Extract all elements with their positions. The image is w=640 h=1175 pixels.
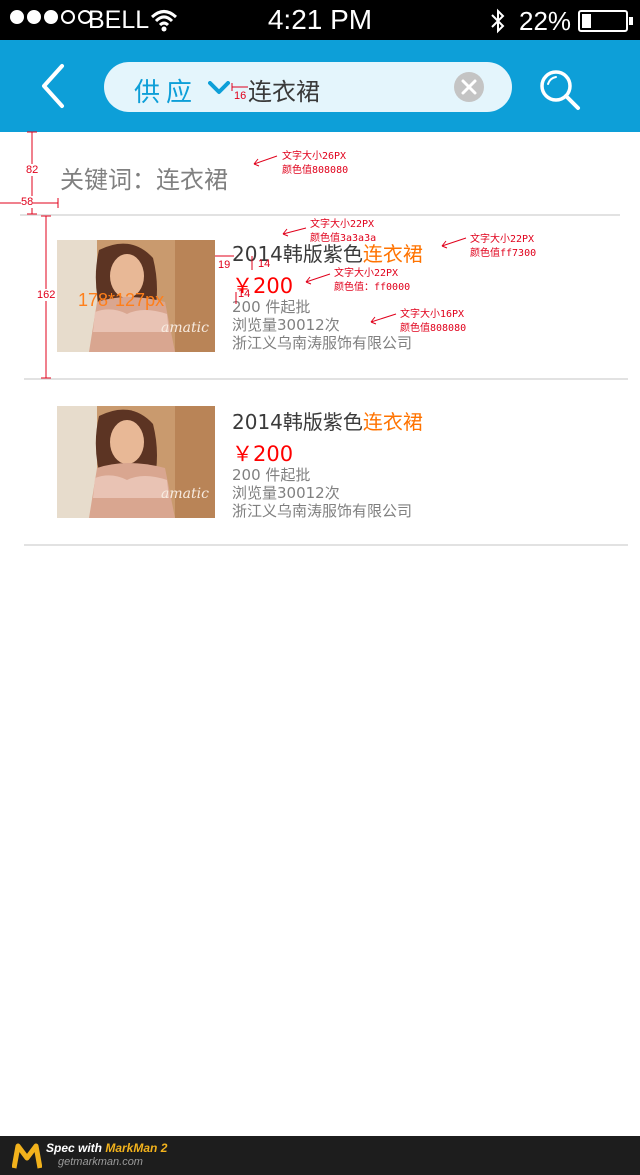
spec-dimension: 14 xyxy=(258,258,271,270)
product-views: 浏览量30012次 xyxy=(232,316,340,334)
spec-dimension: 16 xyxy=(234,90,247,102)
product-min-order: 200 件起批 xyxy=(232,466,311,484)
battery-percent: 22% xyxy=(519,6,572,36)
search-icon[interactable] xyxy=(538,68,582,112)
product-supplier: 浙江义乌南涛服饰有限公司 xyxy=(232,334,413,352)
divider xyxy=(24,544,628,546)
chevron-down-icon[interactable] xyxy=(208,81,230,95)
spec-note-keyword: 文字大小26PX 颜色值808080 xyxy=(282,151,349,176)
svg-text:amatic: amatic xyxy=(161,320,209,336)
spec-dimension: 82 xyxy=(26,164,39,176)
spec-dimension: 162 xyxy=(37,289,56,301)
spec-note-highlight: 文字大小22PX 颜色值ff7300 xyxy=(470,234,537,259)
product-image: amatic xyxy=(57,406,215,518)
svg-text:amatic: amatic xyxy=(161,486,209,502)
product-title: 2014韩版紫色连衣裙 xyxy=(232,410,423,434)
search-header: 供应 连衣裙 xyxy=(0,40,640,132)
footer-spec-text: Spec with MarkMan 2 xyxy=(46,1141,168,1155)
spec-dimension: 14 xyxy=(238,288,251,300)
spec-image-size: 178*127px xyxy=(78,290,165,310)
spec-note-meta: 文字大小16PX 颜色值808080 xyxy=(400,309,467,334)
spec-dimension: 19 xyxy=(218,259,231,271)
status-bar: BELL 4:21 PM 22% xyxy=(0,0,640,40)
product-views: 浏览量30012次 xyxy=(232,484,340,502)
product-min-order: 200 件起批 xyxy=(232,298,311,316)
footer-site: getmarkman.com xyxy=(58,1156,143,1168)
markman-footer: Spec with MarkMan 2 getmarkman.com xyxy=(0,1136,640,1175)
markman-logo-icon xyxy=(12,1143,42,1169)
spec-note-title: 文字大小22PX 颜色值3a3a3a xyxy=(310,219,377,244)
search-input[interactable]: 连衣裙 xyxy=(248,72,320,107)
product-item[interactable]: amatic 2014韩版紫色连衣裙 ￥200 200 件起批 浏览量30012… xyxy=(24,382,628,546)
spec-note-price: 文字大小22PX 颜色值：ff0000 xyxy=(334,268,411,293)
spec-dimension: 58 xyxy=(21,196,34,208)
divider xyxy=(24,378,628,380)
title-keyword-highlight: 连衣裙 xyxy=(362,410,423,434)
search-bar: 供应 连衣裙 xyxy=(104,62,512,112)
close-icon[interactable] xyxy=(454,72,484,102)
battery-icon xyxy=(578,10,633,32)
keyword-label: 关键词：连衣裙 xyxy=(60,166,228,194)
chevron-left-icon[interactable] xyxy=(36,62,72,110)
product-price: ￥200 xyxy=(232,442,294,466)
bluetooth-icon xyxy=(491,8,505,34)
product-supplier: 浙江义乌南涛服饰有限公司 xyxy=(232,502,413,520)
search-scope-selector[interactable]: 供应 xyxy=(134,72,198,109)
